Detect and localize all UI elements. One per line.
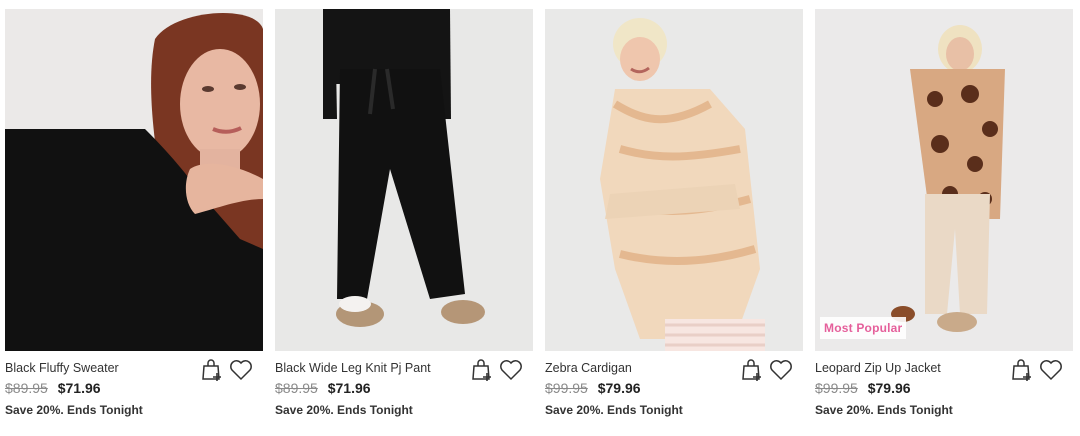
product-title[interactable]: Black Fluffy Sweater bbox=[5, 361, 119, 375]
promo-text: Save 20%. Ends Tonight bbox=[275, 403, 413, 417]
bag-plus-icon[interactable] bbox=[469, 357, 495, 383]
card-actions bbox=[199, 357, 255, 385]
sale-price: $79.96 bbox=[597, 380, 641, 396]
product-info: Zebra Cardigan $99.95 $79.96 Save 20%. E… bbox=[545, 351, 803, 421]
product-title[interactable]: Zebra Cardigan bbox=[545, 361, 632, 375]
promo-text: Save 20%. Ends Tonight bbox=[5, 403, 143, 417]
product-image-leopard-zip-up-jacket[interactable]: Most Popular bbox=[815, 9, 1073, 351]
heart-icon[interactable] bbox=[498, 357, 524, 383]
price-block: $89.95 $71.96 bbox=[5, 380, 101, 396]
sale-price: $71.96 bbox=[327, 380, 371, 396]
product-title[interactable]: Leopard Zip Up Jacket bbox=[815, 361, 941, 375]
original-price: $89.95 bbox=[5, 380, 48, 396]
original-price: $99.95 bbox=[545, 380, 588, 396]
product-card: Black Fluffy Sweater $89.95 $71.96 Save … bbox=[5, 9, 263, 421]
price-block: $99.95 $79.96 bbox=[815, 380, 911, 396]
product-title[interactable]: Black Wide Leg Knit Pj Pant bbox=[275, 361, 431, 375]
product-info: Black Wide Leg Knit Pj Pant $89.95 $71.9… bbox=[275, 351, 533, 421]
price-block: $89.95 $71.96 bbox=[275, 380, 371, 396]
bag-plus-icon[interactable] bbox=[739, 357, 765, 383]
price-block: $99.95 $79.96 bbox=[545, 380, 641, 396]
product-info: Black Fluffy Sweater $89.95 $71.96 Save … bbox=[5, 351, 263, 421]
product-info: Leopard Zip Up Jacket $99.95 $79.96 Save… bbox=[815, 351, 1073, 421]
product-image-zebra-cardigan[interactable] bbox=[545, 9, 803, 351]
product-card: Black Wide Leg Knit Pj Pant $89.95 $71.9… bbox=[275, 9, 533, 421]
product-grid: Black Fluffy Sweater $89.95 $71.96 Save … bbox=[0, 0, 1080, 436]
product-card: Zebra Cardigan $99.95 $79.96 Save 20%. E… bbox=[545, 9, 803, 421]
card-actions bbox=[1009, 357, 1065, 385]
sale-price: $79.96 bbox=[867, 380, 911, 396]
heart-icon[interactable] bbox=[228, 357, 254, 383]
promo-text: Save 20%. Ends Tonight bbox=[545, 403, 683, 417]
product-image-black-fluffy-sweater[interactable] bbox=[5, 9, 263, 351]
original-price: $89.95 bbox=[275, 380, 318, 396]
card-actions bbox=[469, 357, 525, 385]
heart-icon[interactable] bbox=[768, 357, 794, 383]
sale-price: $71.96 bbox=[57, 380, 101, 396]
product-card: Most Popular Leopard Zip Up Jacket $99.9… bbox=[815, 9, 1073, 421]
card-actions bbox=[739, 357, 795, 385]
most-popular-badge: Most Popular bbox=[820, 317, 907, 339]
bag-plus-icon[interactable] bbox=[1009, 357, 1035, 383]
product-image-black-wide-leg-pant[interactable] bbox=[275, 9, 533, 351]
promo-text: Save 20%. Ends Tonight bbox=[815, 403, 953, 417]
original-price: $99.95 bbox=[815, 380, 858, 396]
heart-icon[interactable] bbox=[1038, 357, 1064, 383]
bag-plus-icon[interactable] bbox=[199, 357, 225, 383]
